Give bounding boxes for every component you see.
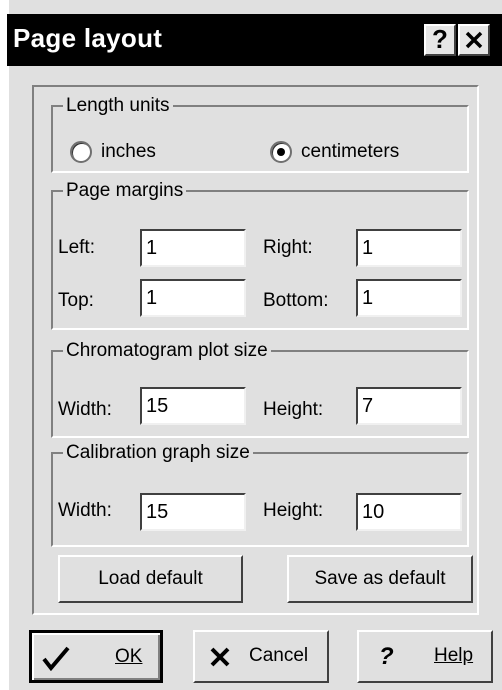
dialog-title: Page layout (13, 23, 163, 53)
load-default-button[interactable]: Load default (58, 555, 243, 603)
radio-selected-dot (277, 148, 285, 156)
chromatogram-width-label: Width: (58, 399, 112, 420)
bottom-margin-label: Bottom: (263, 290, 329, 311)
x-icon (210, 647, 230, 667)
right-margin-field[interactable]: 1 (356, 229, 462, 267)
ok-label: OK (115, 646, 143, 667)
inches-radio[interactable] (70, 141, 92, 163)
top-margin-label: Top: (58, 290, 94, 311)
centimeters-radio[interactable] (270, 141, 292, 163)
cancel-button[interactable]: Cancel (193, 630, 329, 683)
chromatogram-height-field[interactable]: 7 (356, 387, 462, 425)
close-icon (465, 31, 483, 49)
help-label: Help (434, 645, 474, 666)
settings-panel: Length units inches centimeters Page mar… (32, 85, 479, 615)
save-as-default-button[interactable]: Save as default (287, 555, 473, 603)
right-margin-label: Right: (263, 237, 313, 258)
page-layout-dialog: Page layout ? Length units inches centim… (7, 0, 502, 690)
calibration-size-legend: Calibration graph size (66, 442, 250, 463)
checkmark-icon (42, 646, 70, 671)
ok-button[interactable]: OK (29, 630, 163, 683)
centimeters-label[interactable]: centimeters (301, 141, 399, 163)
calibration-width-field[interactable]: 15 (140, 493, 246, 531)
chromatogram-size-legend: Chromatogram plot size (66, 340, 268, 361)
calibration-height-field[interactable]: 10 (356, 493, 462, 531)
load-default-label: Load default (98, 568, 203, 589)
left-margin-label: Left: (58, 237, 95, 258)
close-button[interactable] (458, 24, 490, 56)
context-help-button[interactable]: ? (424, 24, 456, 56)
calibration-width-label: Width: (58, 500, 112, 521)
save-as-default-label: Save as default (314, 568, 446, 589)
cancel-label: Cancel (249, 645, 309, 666)
left-margin-field[interactable]: 1 (140, 229, 246, 267)
top-margin-field[interactable]: 1 (140, 279, 246, 317)
page-margins-legend: Page margins (66, 180, 184, 201)
question-mark-icon: ? (379, 643, 394, 670)
bottom-margin-field[interactable]: 1 (356, 279, 462, 317)
title-bar[interactable]: Page layout ? (7, 14, 502, 66)
chromatogram-height-label: Height: (263, 399, 324, 420)
question-mark-icon: ? (432, 24, 448, 54)
inches-label[interactable]: inches (101, 141, 156, 163)
length-units-legend: Length units (66, 95, 170, 116)
chromatogram-width-field[interactable]: 15 (140, 387, 246, 425)
help-button[interactable]: ? Help (357, 630, 493, 683)
calibration-height-label: Height: (263, 500, 324, 521)
